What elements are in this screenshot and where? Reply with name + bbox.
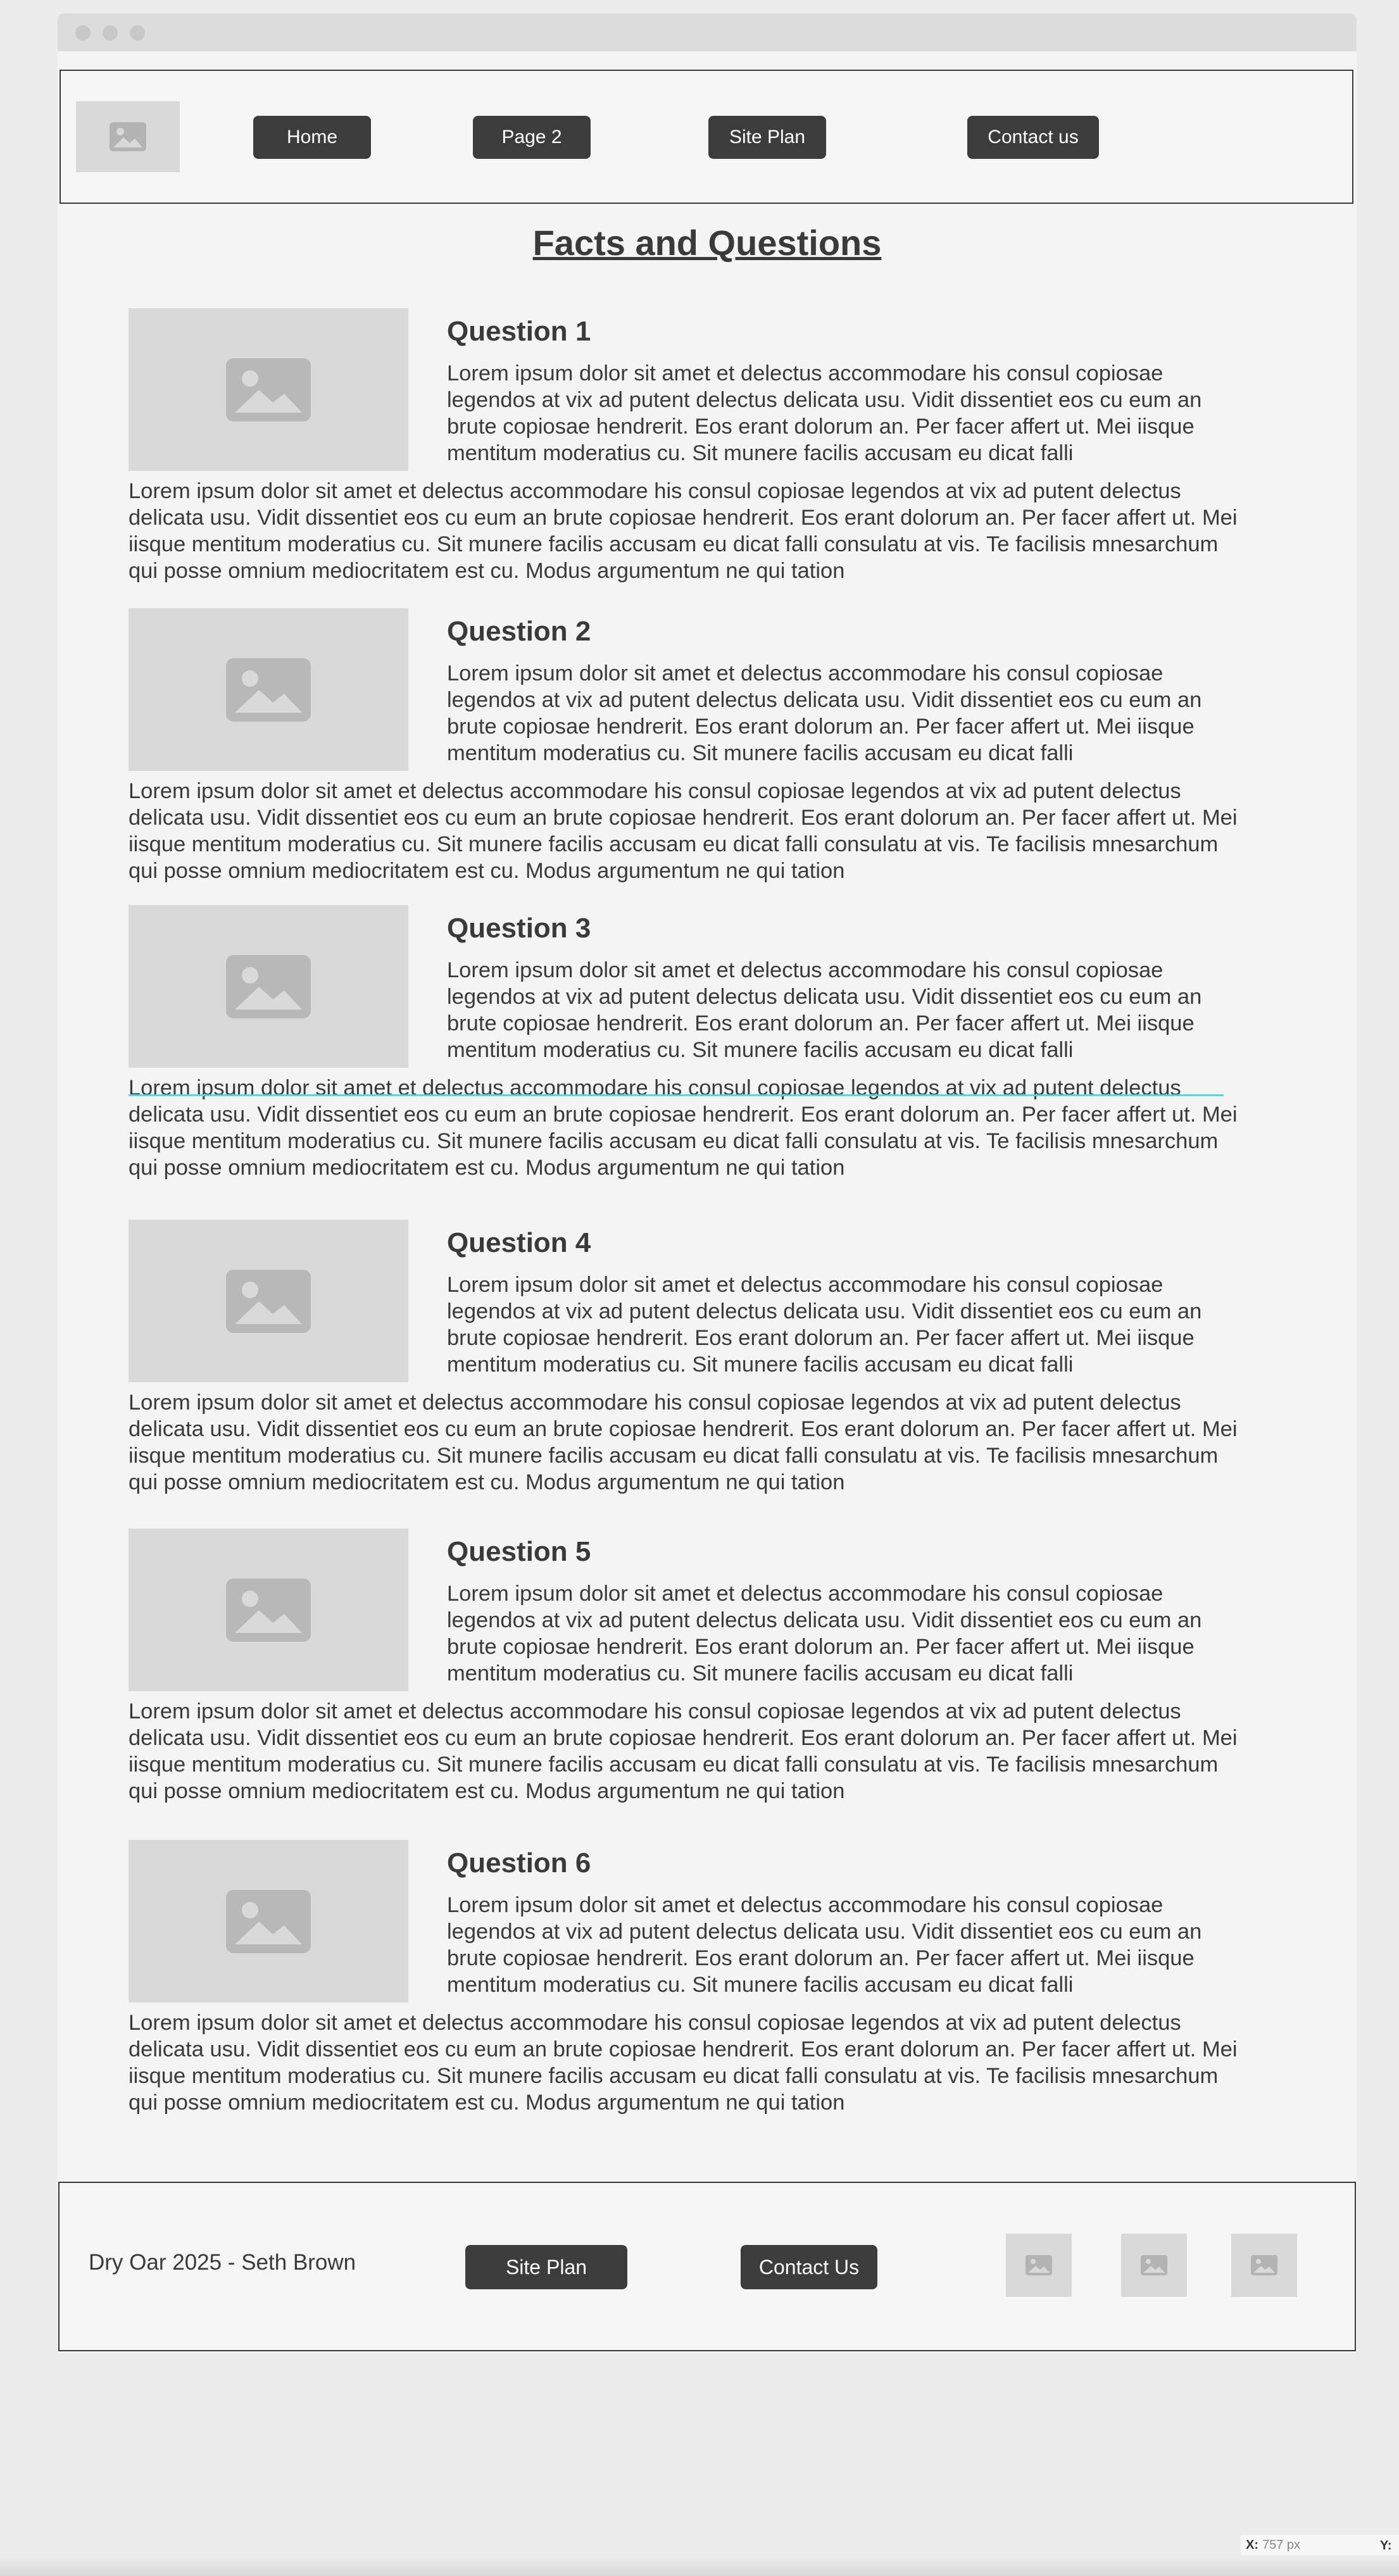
nav-home-button[interactable]: Home: [253, 116, 371, 159]
image-placeholder-icon: [1026, 2255, 1052, 2275]
y-coordinate-label: Y:: [1380, 2539, 1392, 2553]
image-placeholder-icon: [226, 954, 311, 1018]
nav-page2-button[interactable]: Page 2: [473, 116, 591, 159]
question-title: Question 2: [447, 616, 591, 647]
question-answer: Lorem ipsum dolor sit amet et delectus a…: [129, 479, 1238, 583]
question-image: [129, 1529, 408, 1691]
question-image: [129, 1220, 408, 1382]
footer-site-plan-button[interactable]: Site Plan: [465, 2245, 627, 2289]
question-answer: Lorem ipsum dolor sit amet et delectus a…: [129, 1391, 1238, 1494]
page-content: Home Page 2 Site Plan Contact us Facts a…: [58, 51, 1357, 2353]
question-answer: Lorem ipsum dolor sit amet et delectus a…: [129, 1076, 1238, 1180]
question-section: Question 5 Lorem ipsum dolor sit amet et…: [58, 1529, 1357, 1820]
x-coordinate-label: X:: [1246, 2537, 1258, 2552]
question-answer: Lorem ipsum dolor sit amet et delectus a…: [129, 1699, 1238, 1803]
image-placeholder-icon: [1141, 2255, 1167, 2275]
question-image: [129, 308, 408, 471]
footer-contact-button[interactable]: Contact Us: [741, 2245, 877, 2289]
social-link-1[interactable]: [1006, 2234, 1072, 2297]
question-image: [129, 1840, 408, 2003]
question-title: Question 6: [447, 1848, 591, 1879]
bottom-shadow: [0, 2557, 1399, 2576]
question-summary: Lorem ipsum dolor sit amet et delectus a…: [447, 661, 1202, 765]
window-close-dot[interactable]: [75, 25, 91, 41]
social-link-2[interactable]: [1121, 2234, 1187, 2297]
question-section: Question 1 Lorem ipsum dolor sit amet et…: [58, 308, 1357, 599]
question-section: Question 3 Lorem ipsum dolor sit amet et…: [58, 905, 1357, 1196]
question-summary: Lorem ipsum dolor sit amet et delectus a…: [447, 1273, 1202, 1377]
question-answer: Lorem ipsum dolor sit amet et delectus a…: [129, 2011, 1238, 2115]
image-placeholder-icon: [226, 1269, 311, 1333]
question-image: [129, 905, 408, 1068]
question-title: Question 4: [447, 1227, 591, 1258]
question-title: Question 5: [447, 1536, 591, 1567]
social-link-3[interactable]: [1231, 2234, 1297, 2297]
question-summary: Lorem ipsum dolor sit amet et delectus a…: [447, 1582, 1202, 1685]
question-answer: Lorem ipsum dolor sit amet et delectus a…: [129, 779, 1238, 883]
question-summary: Lorem ipsum dolor sit amet et delectus a…: [447, 958, 1202, 1062]
question-summary: Lorem ipsum dolor sit amet et delectus a…: [447, 1893, 1202, 1997]
image-placeholder-icon: [1251, 2255, 1277, 2275]
question-section: Question 6 Lorem ipsum dolor sit amet et…: [58, 1840, 1357, 2131]
image-placeholder-icon: [226, 358, 311, 422]
window-maximize-dot[interactable]: [130, 25, 145, 41]
site-footer: Dry Oar 2025 - Seth Brown Site Plan Cont…: [58, 2182, 1356, 2351]
question-summary: Lorem ipsum dolor sit amet et delectus a…: [447, 361, 1202, 465]
image-placeholder-icon: [110, 122, 146, 151]
question-section: Question 2 Lorem ipsum dolor sit amet et…: [58, 608, 1357, 899]
footer-credit: Dry Oar 2025 - Seth Brown: [89, 2250, 356, 2275]
window-minimize-dot[interactable]: [103, 25, 118, 41]
image-placeholder-icon: [226, 1889, 311, 1953]
logo-placeholder[interactable]: [76, 101, 180, 172]
page-title: Facts and Questions: [532, 223, 882, 263]
selection-guide-line: [129, 1094, 1224, 1096]
nav-contact-button[interactable]: Contact us: [967, 116, 1099, 159]
nav-site-plan-button[interactable]: Site Plan: [708, 116, 826, 159]
question-title: Question 3: [447, 913, 591, 944]
image-placeholder-icon: [226, 658, 311, 722]
question-image: [129, 608, 408, 771]
x-coordinate-value: 757 px: [1262, 2537, 1301, 2552]
question-title: Question 1: [447, 316, 591, 347]
browser-window: Home Page 2 Site Plan Contact us Facts a…: [58, 13, 1357, 2353]
cursor-coordinates: X: 757 px Y:: [1241, 2535, 1399, 2555]
image-placeholder-icon: [226, 1578, 311, 1642]
question-section: Question 4 Lorem ipsum dolor sit amet et…: [58, 1220, 1357, 1511]
window-titlebar: [58, 13, 1357, 51]
site-header: Home Page 2 Site Plan Contact us: [60, 70, 1353, 204]
